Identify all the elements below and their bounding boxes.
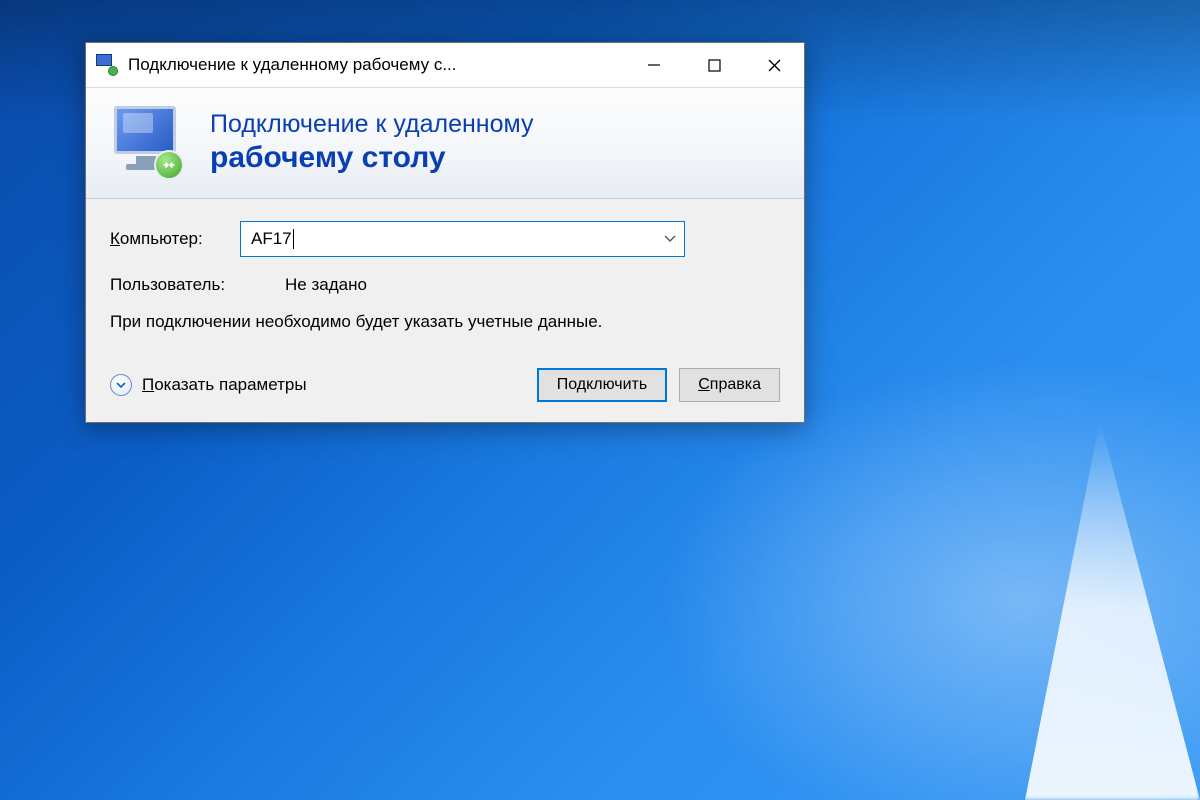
window-title: Подключение к удаленному рабочему с... — [128, 55, 624, 75]
rdp-window: Подключение к удаленному рабочему с... — [85, 42, 805, 423]
computer-combobox[interactable]: AF17 — [240, 221, 685, 257]
header-band: Подключение к удаленному рабочему столу — [86, 87, 804, 199]
chevron-down-icon[interactable] — [664, 232, 676, 246]
minimize-button[interactable] — [624, 43, 684, 87]
rdp-app-icon — [96, 54, 118, 76]
header-line2: рабочему столу — [210, 141, 534, 175]
minimize-icon — [647, 58, 661, 72]
dialog-body: Компьютер: AF17 Пользователь: Не задано … — [86, 199, 804, 422]
header-line1: Подключение к удаленному — [210, 110, 534, 139]
computer-label: Компьютер: — [110, 229, 240, 249]
help-button[interactable]: Справка — [679, 368, 780, 402]
rdp-large-icon — [106, 102, 186, 182]
show-options-link[interactable]: Показать параметры — [110, 374, 525, 396]
maximize-icon — [708, 59, 721, 72]
maximize-button[interactable] — [684, 43, 744, 87]
desktop-background: Подключение к удаленному рабочему с... — [0, 0, 1200, 800]
connect-button[interactable]: Подключить — [537, 368, 667, 402]
titlebar[interactable]: Подключение к удаленному рабочему с... — [86, 43, 804, 87]
user-label: Пользователь: — [110, 275, 285, 295]
decorative-light — [950, 420, 1200, 800]
expand-down-icon — [110, 374, 132, 396]
credentials-hint: При подключении необходимо будет указать… — [110, 311, 780, 334]
window-controls — [624, 43, 804, 87]
user-value: Не задано — [285, 275, 367, 295]
connection-badge-icon — [154, 150, 184, 180]
close-icon — [767, 58, 782, 73]
close-button[interactable] — [744, 43, 804, 87]
computer-value: AF17 — [251, 229, 664, 250]
